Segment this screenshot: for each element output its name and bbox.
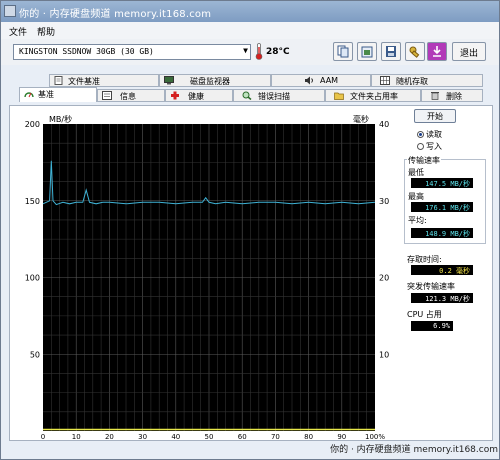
max-label: 最高 [408,192,424,201]
access-time-value: 0.2 毫秒 [411,265,473,275]
radio-write[interactable]: 写入 [417,141,442,152]
y-right-tick-label: 40 [379,120,389,129]
x-tick-label: 50 [205,433,214,441]
watermark-text: 你的 · 内存硬盘频道 memory.it168.com [330,445,498,455]
x-tick-label: 30 [138,433,147,441]
x-tick-label: 70 [271,433,280,441]
min-label: 最低 [408,168,424,177]
burst-rate-label: 突发传输速率 [407,282,455,291]
avg-value: 148.9 MB/秒 [411,228,473,238]
y-right-tick-label: 30 [379,197,389,206]
radio-write-label: 写入 [426,142,442,151]
y-left-axis-label: MB/秒 [49,114,72,124]
x-tick-label: 0 [41,433,45,441]
radio-read-dot [417,131,424,138]
y-right-tick-label: 10 [379,350,389,359]
min-value: 147.5 MB/秒 [411,178,473,188]
y-left-tick-label: 100 [25,274,40,283]
y-left-tick-label: 200 [25,120,40,129]
x-tick-label: 100% [365,433,385,441]
y-left-tick-label: 150 [25,197,40,206]
x-tick-label: 90 [337,433,346,441]
burst-rate-value: 121.3 MB/秒 [411,293,473,303]
x-tick-label: 80 [304,433,313,441]
x-tick-label: 60 [238,433,247,441]
cpu-usage-value: 6.9% [411,321,453,331]
y-right-axis-label: 毫秒 [353,114,369,124]
y-right-tick-label: 20 [379,274,389,283]
start-button[interactable]: 开始 [414,109,456,123]
max-value: 176.1 MB/秒 [411,202,473,212]
radio-read-label: 读取 [426,130,442,139]
cpu-usage-label: CPU 占用 [407,310,442,319]
radio-read[interactable]: 读取 [417,129,442,140]
transfer-rate-title: 传输速率 [407,155,441,166]
app-window: 你的 · 内存硬盘频道 memory.it168.com 文件 帮助 KINGS… [0,0,500,460]
y-left-tick-label: 50 [30,350,40,359]
avg-label: 平均: [408,216,427,225]
x-tick-label: 10 [72,433,81,441]
radio-write-dot [417,143,424,150]
access-time-label: 存取时间: [407,255,442,264]
x-tick-label: 20 [105,433,114,441]
x-tick-label: 40 [171,433,180,441]
